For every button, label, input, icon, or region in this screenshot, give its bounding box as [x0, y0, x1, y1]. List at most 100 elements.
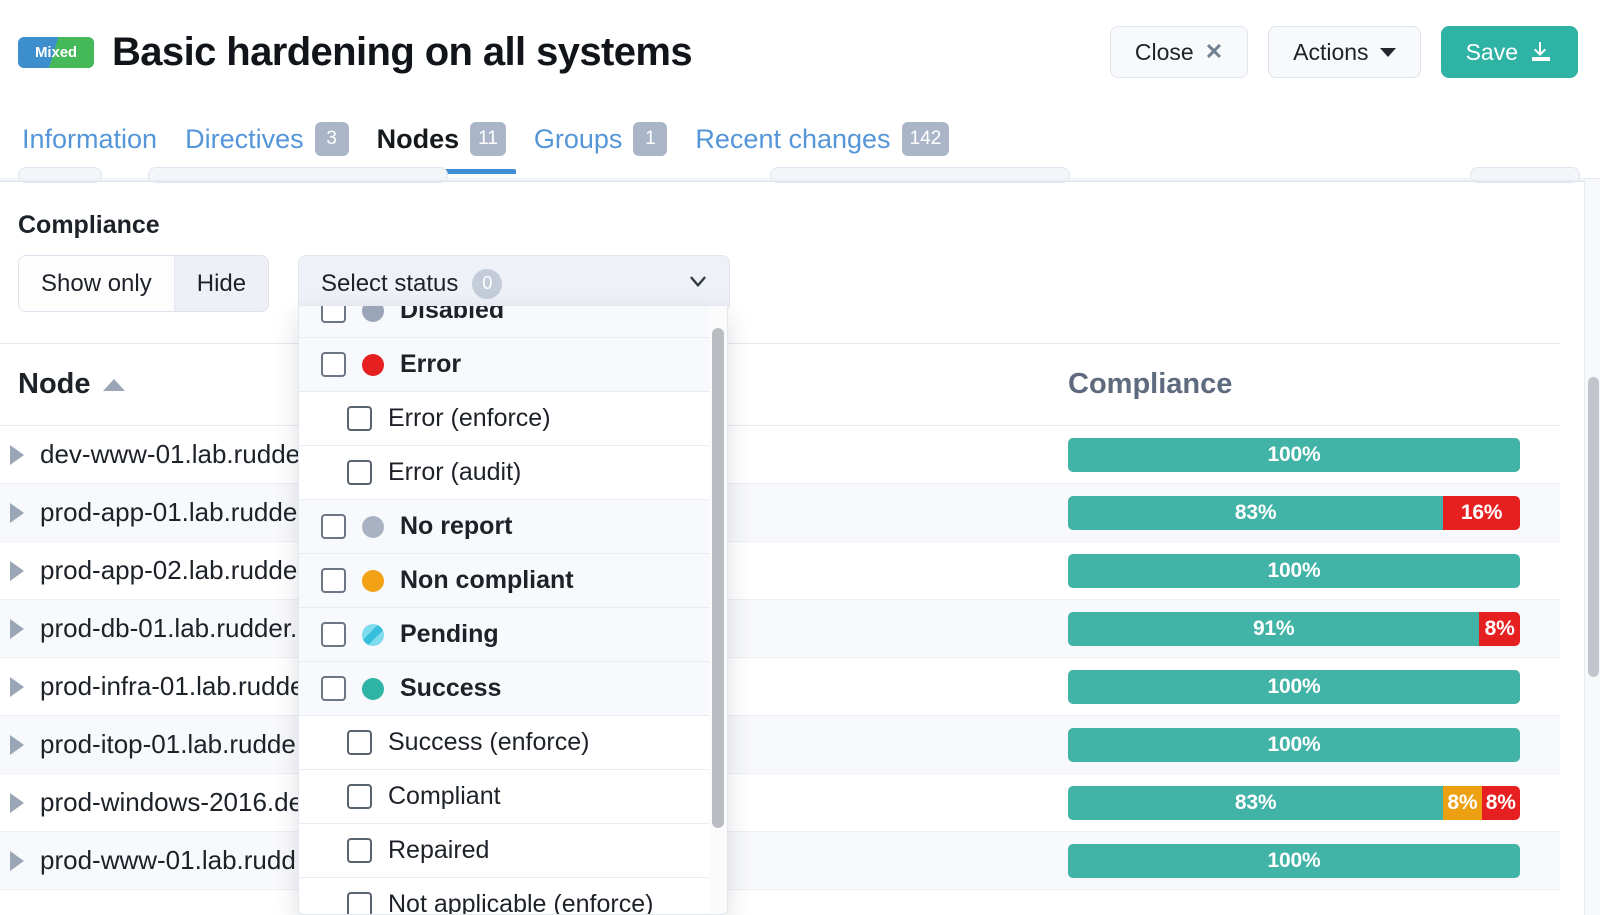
- table-row[interactable]: prod-app-02.lab.rudde 100%: [0, 542, 1560, 600]
- table-row[interactable]: prod-app-01.lab.rudde 83%16%: [0, 484, 1560, 542]
- checkbox[interactable]: [321, 305, 346, 323]
- compliance-bar[interactable]: 91%8%: [1068, 612, 1520, 646]
- checkbox[interactable]: [347, 460, 372, 485]
- tab-information[interactable]: Information: [18, 104, 171, 174]
- status-option-success-enforce[interactable]: Success (enforce): [299, 716, 727, 770]
- compliance-mode-toggle: Show only Hide: [18, 255, 269, 312]
- status-option-label: Success: [400, 674, 501, 703]
- compliance-filter-label: Compliance: [18, 211, 160, 240]
- status-option-error-audit[interactable]: Error (audit): [299, 446, 727, 500]
- status-option-label: Not applicable (enforce): [388, 890, 653, 915]
- node-name[interactable]: prod-itop-01.lab.rudde: [40, 729, 296, 760]
- expand-triangle-icon[interactable]: [10, 677, 24, 697]
- tab-recent-changes[interactable]: Recent changes 142: [681, 104, 963, 174]
- status-option-label: Pending: [400, 620, 499, 649]
- save-button[interactable]: Save: [1441, 26, 1578, 78]
- checkbox[interactable]: [321, 514, 346, 539]
- status-option-compliant[interactable]: Compliant: [299, 770, 727, 824]
- table-row[interactable]: dev-www-01.lab.rudde 100%: [0, 426, 1560, 484]
- checkbox[interactable]: [321, 352, 346, 377]
- compliance-bar[interactable]: 100%: [1068, 554, 1520, 588]
- tab-directives[interactable]: Directives 3: [171, 104, 363, 174]
- page-scrollbar[interactable]: [1584, 179, 1600, 915]
- expand-triangle-icon[interactable]: [10, 503, 24, 523]
- compliance-bar[interactable]: 100%: [1068, 844, 1520, 878]
- node-name[interactable]: prod-app-02.lab.rudde: [40, 555, 297, 586]
- status-color-dot: [362, 570, 384, 592]
- header-actions: Close ✕ Actions Save: [1110, 26, 1578, 78]
- status-option-not-applicable-enforce[interactable]: Not applicable (enforce): [299, 878, 727, 915]
- status-option-pending[interactable]: Pending: [299, 608, 727, 662]
- checkbox[interactable]: [347, 730, 372, 755]
- compliance-bar[interactable]: 100%: [1068, 438, 1520, 472]
- download-save-icon: [1529, 40, 1553, 64]
- table-row[interactable]: prod-db-01.lab.rudder. 91%8%: [0, 600, 1560, 658]
- compliance-cell: 100%: [1068, 728, 1538, 762]
- page-scrollbar-thumb[interactable]: [1588, 377, 1599, 677]
- column-header-compliance[interactable]: Compliance: [1068, 368, 1232, 401]
- select-status-dropdown[interactable]: Select status 0: [298, 255, 730, 312]
- status-option-error-enforce[interactable]: Error (enforce): [299, 392, 727, 446]
- table-row[interactable]: prod-itop-01.lab.rudde 100%: [0, 716, 1560, 774]
- checkbox[interactable]: [347, 892, 372, 915]
- compliance-bar[interactable]: 100%: [1068, 728, 1520, 762]
- checkbox[interactable]: [347, 406, 372, 431]
- compliance-segment-error: 16%: [1443, 496, 1520, 530]
- tab-label: Information: [22, 124, 157, 155]
- tab-count-badge: 3: [315, 122, 349, 156]
- page-header: Mixed Basic hardening on all systems Clo…: [0, 0, 1600, 104]
- node-name[interactable]: prod-app-01.lab.rudde: [40, 497, 297, 528]
- expand-triangle-icon[interactable]: [10, 793, 24, 813]
- checkbox[interactable]: [321, 568, 346, 593]
- node-name[interactable]: prod-windows-2016.de: [40, 787, 303, 818]
- expand-triangle-icon[interactable]: [10, 619, 24, 639]
- status-filter-dropdown-panel: DisabledErrorError (enforce) Error (audit…: [298, 305, 728, 915]
- compliance-segment-success: 83%: [1068, 496, 1443, 530]
- compliance-segment-success: 91%: [1068, 612, 1479, 646]
- status-option-repaired[interactable]: Repaired: [299, 824, 727, 878]
- checkbox[interactable]: [347, 784, 372, 809]
- node-name[interactable]: prod-www-01.lab.rudd: [40, 845, 296, 876]
- sort-ascending-icon: [103, 379, 125, 391]
- status-option-disabled[interactable]: Disabled: [299, 305, 727, 338]
- table-row[interactable]: prod-windows-2016.de 83%8%8%: [0, 774, 1560, 832]
- checkbox[interactable]: [321, 676, 346, 701]
- show-only-button[interactable]: Show only: [19, 256, 174, 311]
- chevron-down-icon: [685, 268, 711, 299]
- node-name[interactable]: prod-db-01.lab.rudder.: [40, 613, 297, 644]
- compliance-bar[interactable]: 83%8%8%: [1068, 786, 1520, 820]
- dropdown-scrollbar-thumb[interactable]: [712, 328, 724, 828]
- checkbox[interactable]: [321, 622, 346, 647]
- compliance-segment-error: 8%: [1479, 612, 1520, 646]
- filter-panel: Compliance Show only Hide Select status …: [0, 179, 1600, 343]
- table-row[interactable]: prod-infra-01.lab.rudde 100%: [0, 658, 1560, 716]
- node-name[interactable]: prod-infra-01.lab.rudde: [40, 671, 305, 702]
- hide-button[interactable]: Hide: [174, 256, 268, 311]
- status-option-label: Success (enforce): [388, 728, 589, 757]
- status-color-dot: [362, 305, 384, 322]
- close-x-icon: ✕: [1205, 41, 1223, 63]
- expand-triangle-icon[interactable]: [10, 735, 24, 755]
- tab-nodes[interactable]: Nodes 11: [363, 104, 520, 174]
- expand-triangle-icon[interactable]: [10, 445, 24, 465]
- compliance-segment-success: 100%: [1068, 670, 1520, 704]
- actions-dropdown-button[interactable]: Actions: [1268, 26, 1420, 78]
- status-option-label: Error (audit): [388, 458, 521, 487]
- table-row[interactable]: prod-www-01.lab.rudd 100%: [0, 832, 1560, 890]
- tab-groups[interactable]: Groups 1: [520, 104, 682, 174]
- checkbox[interactable]: [347, 838, 372, 863]
- compliance-bar[interactable]: 83%16%: [1068, 496, 1520, 530]
- status-option-no-report[interactable]: No report: [299, 500, 727, 554]
- close-button-label: Close: [1135, 39, 1194, 66]
- compliance-segment-success: 100%: [1068, 844, 1520, 878]
- status-option-non-compliant[interactable]: Non compliant: [299, 554, 727, 608]
- status-option-error[interactable]: Error: [299, 338, 727, 392]
- status-option-success[interactable]: Success: [299, 662, 727, 716]
- compliance-bar[interactable]: 100%: [1068, 670, 1520, 704]
- expand-triangle-icon[interactable]: [10, 851, 24, 871]
- dropdown-scrollbar[interactable]: [709, 306, 727, 914]
- node-name[interactable]: dev-www-01.lab.rudde: [40, 439, 300, 470]
- status-option-label: Repaired: [388, 836, 489, 865]
- expand-triangle-icon[interactable]: [10, 561, 24, 581]
- close-button[interactable]: Close ✕: [1110, 26, 1248, 78]
